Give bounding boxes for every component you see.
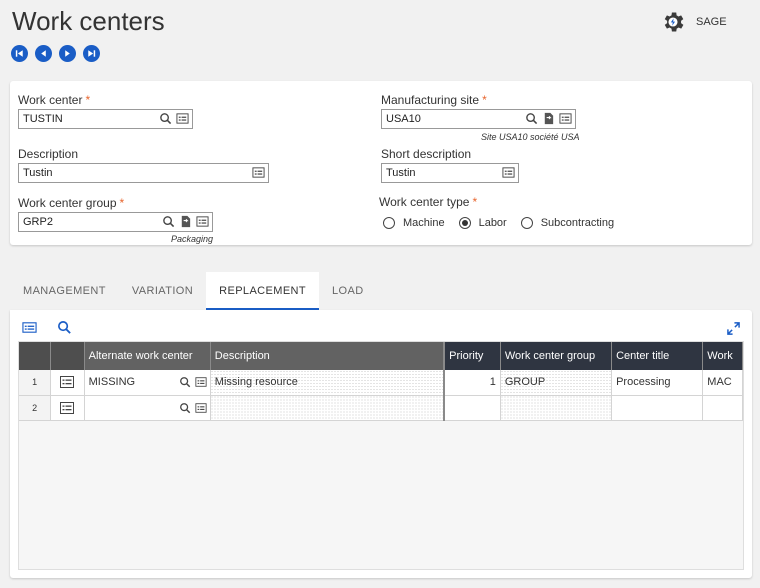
page-title: Work centers	[12, 6, 165, 36]
row-number-header	[19, 342, 52, 370]
radio-circle-selected[interactable]	[458, 217, 471, 229]
priority-cell[interactable]: 1	[443, 370, 501, 396]
work-cell: MAC	[702, 370, 743, 396]
gear-icon[interactable]	[660, 9, 686, 35]
short-description-label: Short description	[381, 147, 472, 161]
expand-icon[interactable]	[727, 322, 740, 335]
search-icon[interactable]	[525, 112, 538, 125]
work-center-type-radios: Machine Labor Subcontracting	[383, 217, 628, 229]
radio-label: Labor	[478, 217, 507, 229]
details-icon[interactable]	[559, 112, 572, 125]
column-header[interactable]: Priority	[443, 342, 501, 370]
details-icon[interactable]	[176, 112, 189, 125]
row-action-header	[50, 342, 85, 370]
last-record-button[interactable]	[83, 45, 100, 62]
radio-subcontracting[interactable]: Subcontracting	[520, 217, 615, 229]
table-row[interactable]: 1 MISSING Missing resource 1 GROUP Proce…	[19, 370, 743, 396]
column-header[interactable]: Description	[210, 342, 445, 370]
search-icon[interactable]	[179, 376, 191, 388]
priority-cell[interactable]	[443, 395, 501, 421]
short-description-field[interactable]: Tustin	[381, 163, 519, 183]
work-center-group-field[interactable]: GRP2	[18, 212, 213, 232]
description-label: Description	[18, 147, 79, 161]
open-record-icon[interactable]	[179, 215, 192, 228]
search-icon[interactable]	[179, 402, 191, 414]
row-action-cell[interactable]	[50, 395, 85, 421]
replacement-table: Alternate work center Description Priori…	[19, 342, 743, 421]
first-record-button[interactable]	[11, 45, 28, 62]
details-icon[interactable]	[196, 215, 209, 228]
manufacturing-site-field[interactable]: USA10	[381, 109, 576, 129]
row-action-cell[interactable]	[50, 370, 85, 396]
header-form: Work center * TUSTIN Manufacturing site * …	[10, 81, 752, 245]
details-icon[interactable]	[195, 402, 207, 414]
grid-details-icon[interactable]	[22, 320, 37, 335]
work-center-group-hint: Packaging	[171, 234, 214, 244]
replacement-grid: Alternate work center Description Priori…	[18, 341, 744, 570]
record-navigation	[11, 45, 107, 62]
details-icon[interactable]	[502, 166, 515, 179]
work-center-field[interactable]: TUSTIN	[18, 109, 193, 129]
details-icon[interactable]	[195, 376, 207, 388]
manufacturing-site-label: Manufacturing site *	[381, 93, 487, 107]
user-name[interactable]: SAGE	[696, 16, 727, 28]
description-field[interactable]: Tustin	[18, 163, 269, 183]
column-header[interactable]: Work center group	[500, 342, 613, 370]
next-record-icon	[65, 50, 70, 57]
column-header[interactable]: Alternate work center	[84, 342, 211, 370]
alternate-work-center-cell[interactable]: MISSING	[84, 370, 211, 396]
center-title-cell	[611, 395, 704, 421]
previous-record-icon	[41, 50, 46, 57]
description-cell: Missing resource	[210, 370, 445, 396]
next-record-button[interactable]	[59, 45, 76, 62]
manufacturing-site-hint: Site USA10 société USA	[481, 132, 580, 142]
center-title-cell: Processing	[611, 370, 704, 396]
column-header[interactable]: Center title	[611, 342, 704, 370]
tab-load[interactable]: LOAD	[319, 272, 377, 310]
table-row[interactable]: 2	[19, 395, 743, 421]
last-record-icon	[88, 50, 96, 57]
description-cell	[210, 395, 445, 421]
row-details-icon[interactable]	[60, 401, 75, 414]
radio-circle[interactable]	[383, 217, 395, 229]
work-cell	[702, 395, 743, 421]
replacement-panel: Alternate work center Description Priori…	[10, 310, 752, 578]
table-header: Alternate work center Description Priori…	[19, 342, 743, 370]
first-record-icon	[15, 50, 23, 57]
tab-variation[interactable]: VARIATION	[119, 272, 206, 310]
radio-label: Subcontracting	[540, 217, 615, 229]
search-icon[interactable]	[159, 112, 172, 125]
work-center-type-label: Work center type *	[379, 195, 478, 209]
row-details-icon[interactable]	[60, 376, 75, 389]
open-record-icon[interactable]	[542, 112, 555, 125]
search-icon[interactable]	[162, 215, 175, 228]
radio-machine[interactable]: Machine	[383, 217, 445, 229]
row-number: 1	[19, 370, 52, 396]
column-header[interactable]: Work	[702, 342, 743, 370]
details-icon[interactable]	[252, 166, 265, 179]
previous-record-button[interactable]	[35, 45, 52, 62]
work-center-group-label: Work center group *	[18, 196, 125, 210]
work-center-group-cell	[500, 395, 613, 421]
tab-bar: MANAGEMENT VARIATION REPLACEMENT LOAD	[10, 272, 377, 310]
radio-label: Machine	[403, 217, 445, 229]
tab-replacement[interactable]: REPLACEMENT	[206, 272, 320, 310]
radio-circle[interactable]	[520, 217, 533, 229]
radio-labor[interactable]: Labor	[458, 217, 507, 229]
alternate-work-center-cell[interactable]	[84, 395, 211, 421]
grid-search-icon[interactable]	[57, 320, 72, 335]
tab-management[interactable]: MANAGEMENT	[10, 272, 119, 310]
user-menu[interactable]: SAGE	[660, 9, 727, 35]
work-center-label: Work center *	[18, 93, 91, 107]
work-center-group-cell: GROUP	[500, 370, 613, 396]
row-number: 2	[19, 395, 52, 421]
grid-toolbar	[22, 320, 92, 335]
